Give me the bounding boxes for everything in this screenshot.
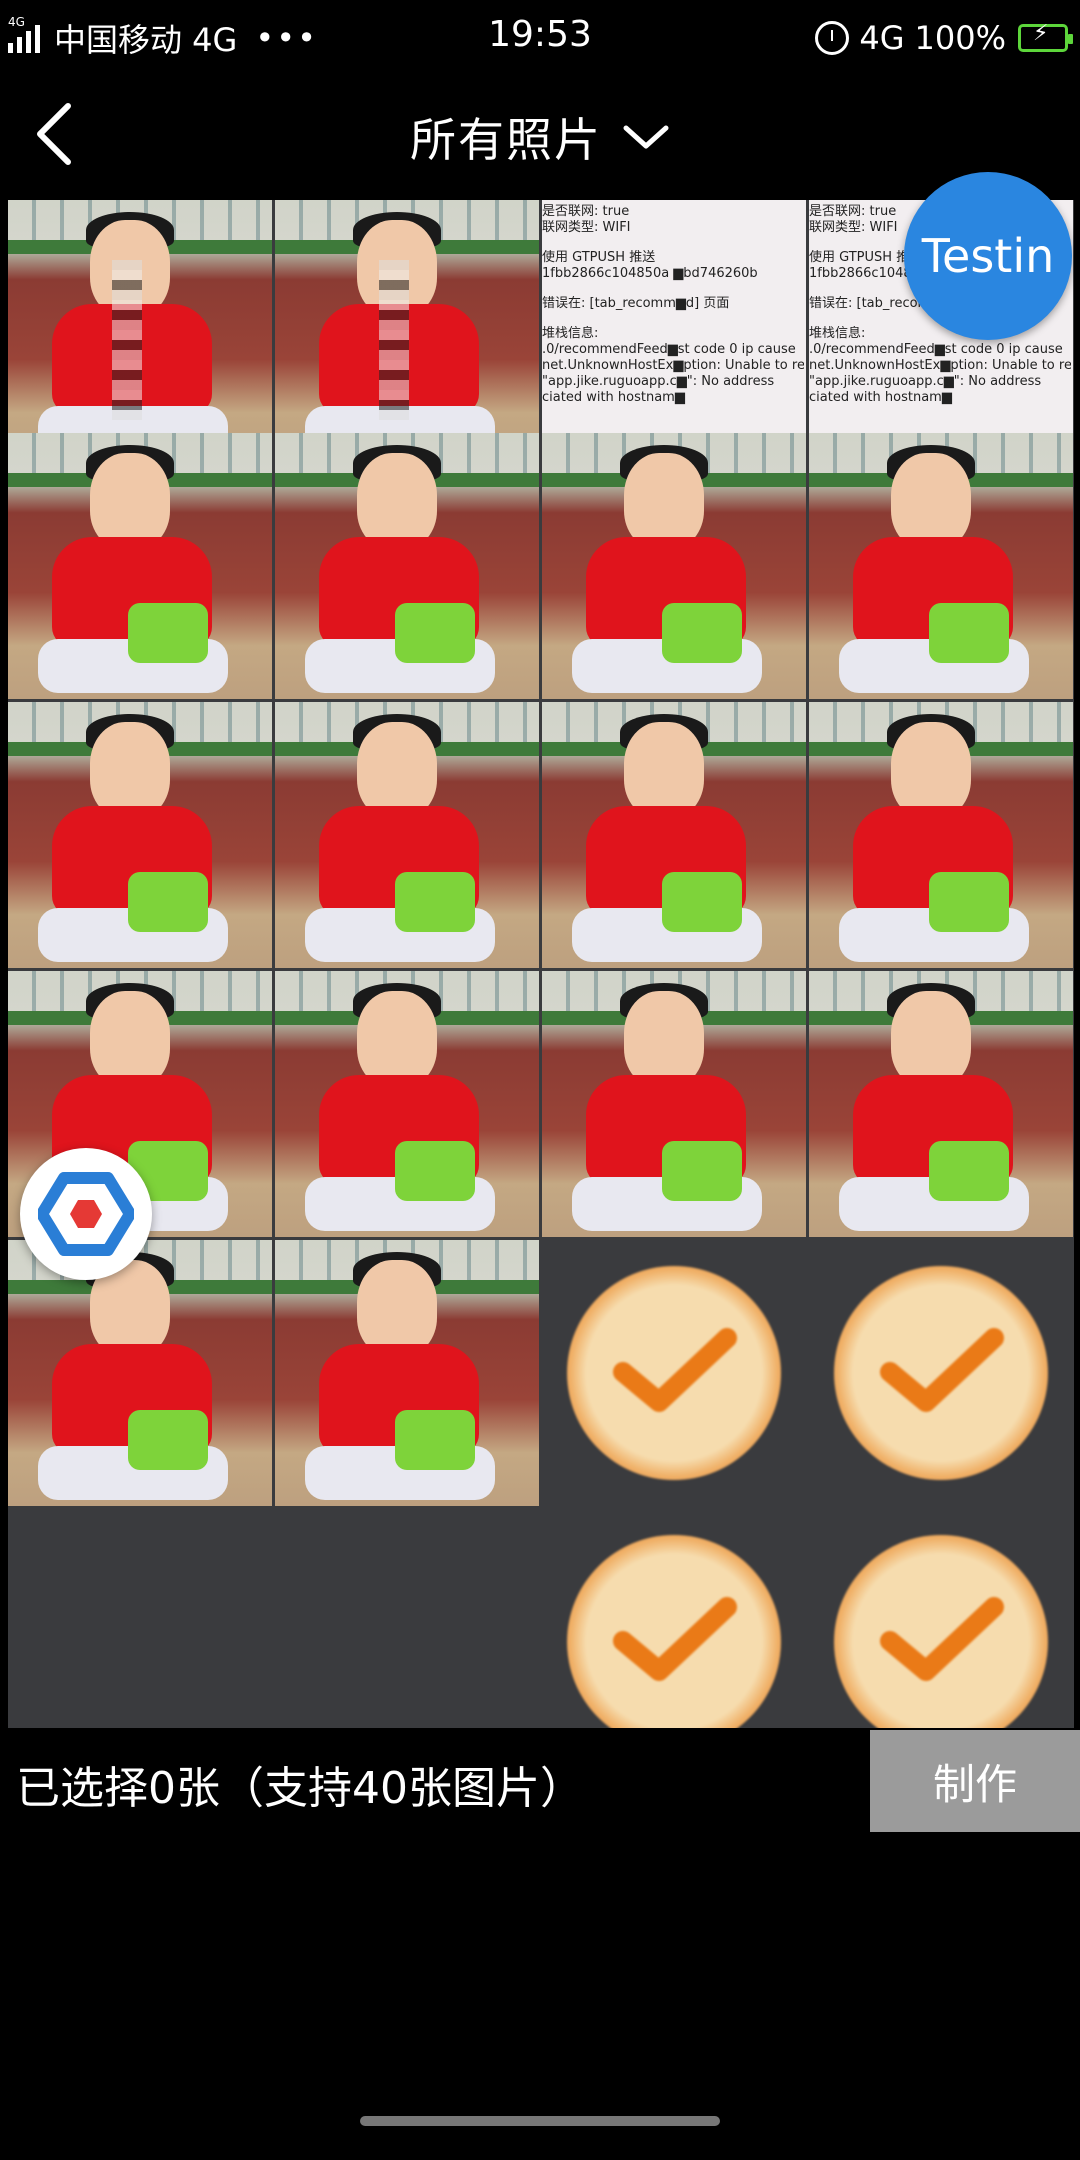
floating-assistant-button[interactable] (20, 1148, 152, 1280)
empty-thumbnail[interactable] (275, 1509, 539, 1728)
net-type-label: 4G (859, 19, 905, 57)
photo-image (809, 433, 1073, 699)
photo-thumbnail[interactable] (8, 433, 272, 699)
alarm-icon (815, 21, 850, 55)
photo-image (8, 200, 272, 466)
loading-thumbnail[interactable] (809, 1509, 1073, 1728)
photo-thumbnail[interactable] (8, 702, 272, 968)
title-bar: 所有照片 (0, 76, 1080, 194)
status-bar: 4G 中国移动 4G ••• 19:53 4G 100% (0, 0, 1080, 76)
battery-percent: 100% (914, 19, 1006, 57)
empty-thumbnail[interactable] (8, 1509, 272, 1728)
photo-thumbnail[interactable] (275, 702, 539, 968)
photo-thumbnail[interactable] (542, 702, 806, 968)
home-indicator[interactable] (360, 2116, 720, 2126)
photo-thumbnail[interactable] (275, 200, 539, 466)
photo-image (275, 433, 539, 699)
photo-image (8, 702, 272, 968)
check-placeholder-icon (834, 1266, 1048, 1480)
screenshot-image: 是否联网: true 联网类型: WIFI 使用 GTPUSH 推送 1fbb2… (542, 200, 806, 466)
check-placeholder-icon (834, 1535, 1048, 1728)
photo-thumbnail[interactable] (275, 971, 539, 1237)
photo-thumbnail[interactable] (809, 702, 1073, 968)
photo-thumbnail[interactable] (542, 971, 806, 1237)
photo-thumbnail[interactable] (8, 1240, 272, 1506)
screen: 4G 中国移动 4G ••• 19:53 4G 100% 所有照片 (0, 0, 1080, 2160)
photo-thumbnail[interactable] (542, 433, 806, 699)
photo-thumbnail[interactable] (275, 1240, 539, 1506)
photo-thumbnail[interactable] (275, 433, 539, 699)
bottom-action-bar: 已选择0张（支持40张图片） 制作 (0, 1730, 1080, 1832)
check-placeholder-icon (567, 1535, 781, 1728)
photo-image (542, 971, 806, 1237)
photo-thumbnail[interactable] (809, 971, 1073, 1237)
photo-thumbnail[interactable] (809, 433, 1073, 699)
loading-thumbnail[interactable] (809, 1240, 1073, 1506)
album-selector[interactable]: 所有照片 (0, 104, 1080, 170)
check-placeholder-icon (567, 1266, 781, 1480)
screenshot-thumbnail[interactable]: 是否联网: true 联网类型: WIFI 使用 GTPUSH 推送 1fbb2… (542, 200, 806, 466)
chevron-down-icon (623, 125, 669, 149)
testin-floating-button[interactable]: Testin (904, 172, 1072, 340)
photo-grid[interactable]: 是否联网: true 联网类型: WIFI 使用 GTPUSH 推送 1fbb2… (8, 200, 1074, 1728)
photo-image (542, 433, 806, 699)
selection-count-label: 已选择0张（支持40张图片） (16, 1763, 584, 1814)
photo-image (8, 433, 272, 699)
photo-image (809, 702, 1073, 968)
photo-image (275, 971, 539, 1237)
testin-label: Testin (921, 229, 1055, 283)
photo-image (8, 1240, 272, 1506)
photo-thumbnail[interactable] (8, 200, 272, 466)
photo-image (809, 971, 1073, 1237)
photo-image (542, 702, 806, 968)
photo-image (275, 200, 539, 466)
loading-thumbnail[interactable] (542, 1240, 806, 1506)
make-button[interactable]: 制作 (870, 1730, 1080, 1832)
page-title: 所有照片 (410, 113, 602, 167)
photo-image (275, 702, 539, 968)
status-right: 4G 100% (815, 16, 1073, 60)
photo-image (275, 1240, 539, 1506)
loading-thumbnail[interactable] (542, 1509, 806, 1728)
hexagon-logo-icon (38, 1172, 134, 1256)
battery-charging-icon (1018, 21, 1073, 52)
